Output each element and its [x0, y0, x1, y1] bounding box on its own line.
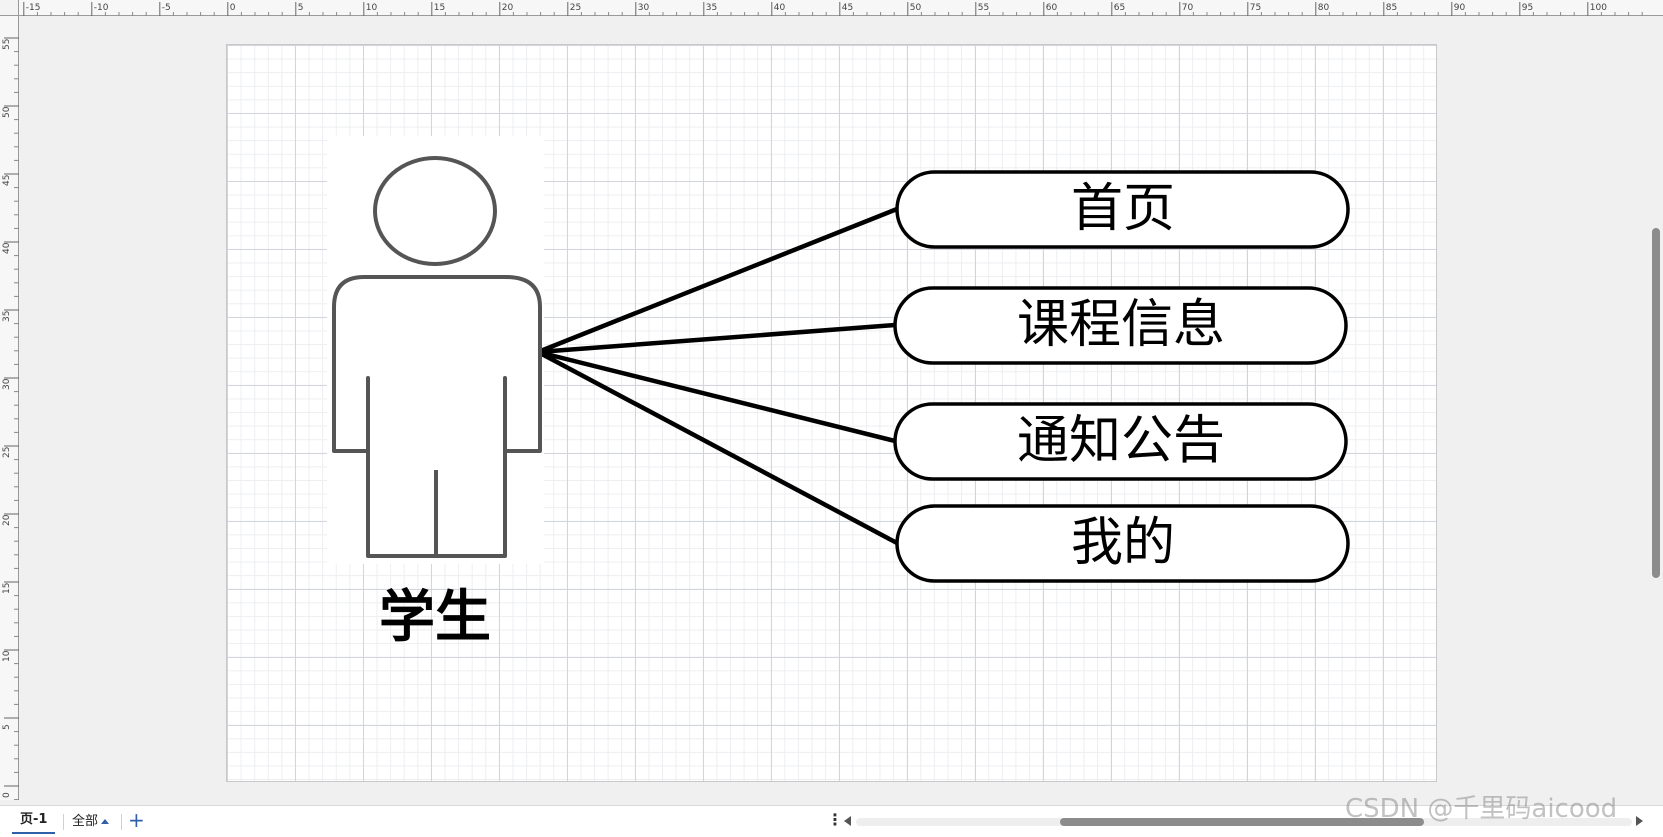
scroll-left-icon[interactable]	[844, 816, 851, 826]
use-case-diagram: 学生 首页 课程信息 通知公告 我的	[327, 136, 1350, 650]
actor-label: 学生	[379, 585, 491, 650]
use-case-label-home: 首页	[1071, 179, 1175, 239]
actor-head	[373, 156, 497, 266]
association-line-notices[interactable]	[537, 349, 896, 444]
all-pages-label: 全部	[72, 814, 99, 829]
all-pages-button[interactable]: 全部	[72, 812, 110, 832]
watermark: CSDN @千里码aicood	[1345, 794, 1618, 824]
use-case-home[interactable]: 首页	[895, 170, 1350, 249]
use-case-courses[interactable]: 课程信息	[893, 286, 1348, 365]
use-case-mine[interactable]: 我的	[895, 504, 1350, 583]
tab-separator	[63, 814, 64, 830]
use-case-label-notices: 通知公告	[1017, 411, 1225, 471]
vertical-scrollbar-thumb[interactable]	[1652, 228, 1660, 578]
triangle-up-icon	[101, 819, 110, 824]
use-case-label-mine: 我的	[1071, 513, 1175, 573]
plus-icon[interactable]: +	[128, 808, 145, 832]
page-tab-1[interactable]: 页-1	[12, 810, 56, 834]
use-case-notices[interactable]: 通知公告	[893, 402, 1348, 481]
tab-separator	[121, 814, 122, 830]
scroll-right-icon[interactable]	[1636, 816, 1643, 826]
use-case-label-courses: 课程信息	[1017, 295, 1225, 355]
vertical-dots-icon[interactable]: ⋮	[827, 808, 843, 832]
association-line-mine[interactable]	[536, 350, 899, 545]
